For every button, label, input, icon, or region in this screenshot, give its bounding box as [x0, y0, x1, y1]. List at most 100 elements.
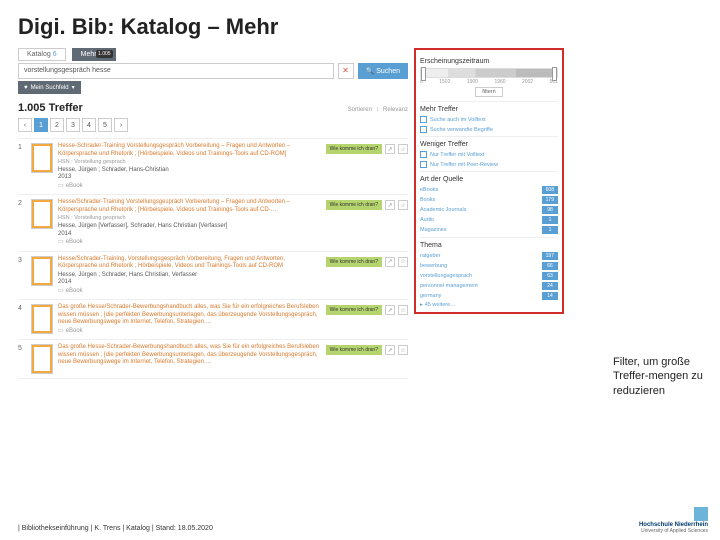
check-nur-volltext[interactable]: Nur Treffer mit Volltext: [420, 151, 558, 158]
facet-row[interactable]: Audio1: [420, 216, 558, 224]
logo: Hochschule Niederrhein University of App…: [639, 507, 708, 534]
availability-badge[interactable]: Wie komme ich dran?: [326, 257, 382, 267]
facet-label: germany: [420, 293, 441, 299]
page-3[interactable]: 3: [66, 118, 80, 132]
result-author: Hesse, Jürgen ; Schrader, Hans Christian…: [58, 272, 321, 280]
facet-count: 66: [542, 262, 558, 270]
result-thumb[interactable]: [31, 199, 53, 229]
result-number: 1: [18, 143, 26, 190]
search-button-label: Suchen: [376, 68, 400, 75]
logo-icon: [694, 507, 708, 521]
page-1[interactable]: 1: [34, 118, 48, 132]
result-number: 5: [18, 344, 26, 374]
timeline-handle-right[interactable]: [552, 67, 557, 81]
bookmark-icon[interactable]: ☆: [398, 200, 408, 210]
facet-label: Books: [420, 197, 435, 203]
result-row: 5 Das große Hesse-Schrader-Bewerbungshand…: [18, 340, 408, 379]
facet-row[interactable]: bewerbung66: [420, 262, 558, 270]
search-button[interactable]: 🔍Suchen: [358, 63, 408, 79]
clear-button[interactable]: ✕: [338, 63, 354, 79]
result-year: 2013: [58, 174, 321, 182]
slide-footer: | Bibliothekseinführung | K. Trens | Kat…: [18, 525, 213, 532]
facet-row[interactable]: germany14: [420, 292, 558, 300]
facet-count: 608: [542, 186, 558, 194]
book-icon: ▭: [58, 288, 64, 296]
timeline-handle-left[interactable]: [421, 67, 426, 81]
availability-badge[interactable]: Wie komme ich dran?: [326, 305, 382, 315]
filter-quelle-head: Art der Quelle: [420, 176, 558, 183]
result-title[interactable]: Hesse-Schrader-Training Vorstellungsgesp…: [58, 143, 321, 158]
facet-label: eBooks: [420, 187, 438, 193]
check-volltext[interactable]: Suche auch im Volltext: [420, 116, 558, 123]
result-number: 4: [18, 304, 26, 335]
result-thumb[interactable]: [31, 143, 53, 173]
bookmark-icon[interactable]: ☆: [398, 345, 408, 355]
tab-katalog-count: 6: [53, 51, 57, 58]
plus-icon: ▸: [420, 302, 423, 308]
result-row: 2Hesse/Schrader-Training Vorstellungsges…: [18, 195, 408, 251]
facet-row[interactable]: ratgeber197: [420, 252, 558, 260]
facet-row[interactable]: eBooks 608: [420, 186, 558, 194]
result-title[interactable]: Das große Hesse-Schrader-Bewerbungshandb…: [58, 344, 321, 367]
page-4[interactable]: 4: [82, 118, 96, 132]
facet-count: 1: [542, 226, 558, 234]
result-number: 3: [18, 256, 26, 296]
page-5[interactable]: 5: [98, 118, 112, 132]
result-count: 1.005 Treffer: [18, 102, 83, 114]
availability-badge[interactable]: Wie komme ich dran?: [326, 144, 382, 154]
open-icon[interactable]: ↗: [385, 345, 395, 355]
book-icon: ▭: [58, 239, 64, 247]
check-peer-review[interactable]: Nur Treffer mit Peer-Review: [420, 161, 558, 168]
tab-mehr-label: Mehr: [81, 51, 97, 58]
filter-weniger-head: Weniger Treffer: [420, 141, 558, 148]
availability-badge[interactable]: Wie komme ich dran?: [326, 345, 382, 355]
result-thumb[interactable]: [31, 344, 53, 374]
page-2[interactable]: 2: [50, 118, 64, 132]
result-type: ▭ eBook: [58, 328, 321, 336]
facet-row[interactable]: Books179: [420, 196, 558, 204]
result-type: ▭ eBook: [58, 183, 321, 191]
page-next[interactable]: ›: [114, 118, 128, 132]
result-thumb[interactable]: [31, 304, 53, 334]
result-thumb[interactable]: [31, 256, 53, 286]
open-icon[interactable]: ↗: [385, 144, 395, 154]
tab-katalog[interactable]: Katalog 6: [18, 48, 66, 61]
result-type: ▭ eBook: [58, 239, 321, 247]
page-prev[interactable]: ‹: [18, 118, 32, 132]
facet-row[interactable]: Magazines1: [420, 226, 558, 234]
timeline-filter[interactable]: 0 1502 1900 1960 2002 501 filtern: [420, 68, 558, 97]
facet-count: 1: [542, 216, 558, 224]
bookmark-icon[interactable]: ☆: [398, 305, 408, 315]
page-title: Digi. Bib: Katalog – Mehr: [18, 14, 702, 40]
bookmark-icon[interactable]: ☆: [398, 257, 408, 267]
availability-badge[interactable]: Wie komme ich dran?: [326, 200, 382, 210]
my-search-field-button[interactable]: ♥Mein Suchfeld▾: [18, 81, 81, 94]
bookmark-icon[interactable]: ☆: [398, 144, 408, 154]
result-title[interactable]: Hesse/Schrader-Training Vorstellungsgesp…: [58, 199, 321, 214]
tab-mehr[interactable]: Mehr1.005: [72, 48, 116, 61]
check-verwandte[interactable]: Suche verwandte Begriffe: [420, 126, 558, 133]
facet-count: 197: [542, 252, 558, 260]
facet-row[interactable]: Academic Journals 98: [420, 206, 558, 214]
facet-row[interactable]: personnel management24: [420, 282, 558, 290]
result-title[interactable]: Das große Hesse/Schrader-Bewerbungshandb…: [58, 304, 321, 327]
result-row: 1 Hesse-Schrader-Training Vorstellungsges…: [18, 139, 408, 195]
facet-count: 98: [542, 206, 558, 214]
open-icon[interactable]: ↗: [385, 257, 395, 267]
facet-label: Academic Journals: [420, 207, 466, 213]
chevron-down-icon: ▾: [72, 84, 75, 91]
facet-row[interactable]: vorstellungsgesprach63: [420, 272, 558, 280]
filter-mehr-head: Mehr Treffer: [420, 106, 558, 113]
thema-more[interactable]: ▸45 weitere…: [420, 302, 558, 308]
sort-control[interactable]: Sortieren ↕ Relevanz: [348, 107, 408, 113]
book-icon: ▭: [58, 183, 64, 191]
results-list: 1 Hesse-Schrader-Training Vorstellungsges…: [18, 138, 408, 379]
search-icon: 🔍: [366, 67, 375, 75]
open-icon[interactable]: ↗: [385, 305, 395, 315]
slide-annotation: Filter, um große Treffer-mengen zu reduz…: [613, 355, 708, 398]
timeline-filter-button[interactable]: filtern: [475, 87, 502, 97]
result-title[interactable]: Hesse/Schrader-Training, Vorstellungsges…: [58, 256, 321, 271]
tab-bar: Katalog 6 Mehr1.005: [18, 48, 408, 61]
search-input[interactable]: vorstellungsgespräch hesse: [18, 63, 334, 79]
open-icon[interactable]: ↗: [385, 200, 395, 210]
